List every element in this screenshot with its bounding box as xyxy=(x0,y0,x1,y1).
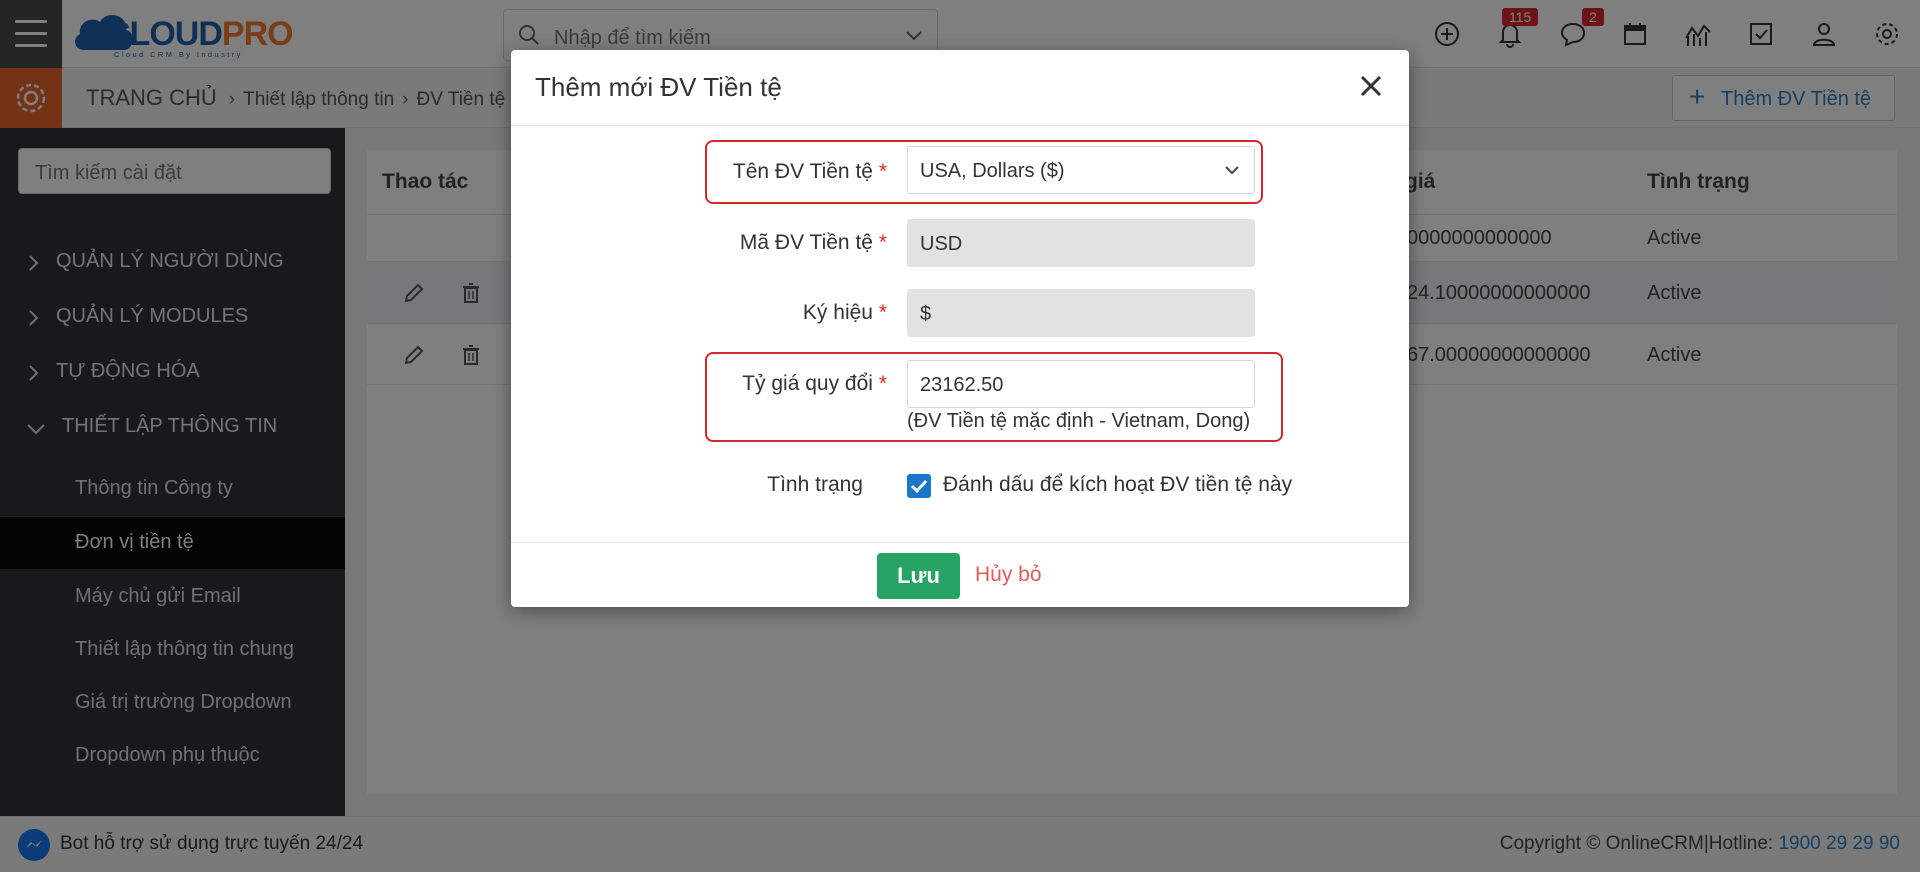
symbol-label: Ký hiệu * xyxy=(802,301,887,324)
currency-code-field[interactable]: USD xyxy=(907,219,1255,267)
add-currency-modal: Thêm mới ĐV Tiền tệ Tên ĐV Tiền tệ * USA… xyxy=(511,50,1409,607)
currency-name-select[interactable]: USA, Dollars ($) xyxy=(907,146,1255,194)
checkmark-icon xyxy=(910,479,928,494)
conversion-rate-hint: (ĐV Tiền tệ mặc định - Vietnam, Dong) xyxy=(907,410,1251,432)
cancel-link[interactable]: Hủy bỏ xyxy=(975,563,1042,587)
currency-name-label: Tên ĐV Tiền tệ * xyxy=(732,160,887,183)
modal-header: Thêm mới ĐV Tiền tệ xyxy=(511,50,1409,126)
conversion-rate-input[interactable]: 23162.50 xyxy=(907,360,1255,408)
conversion-rate-label: Tỷ giá quy đổi * xyxy=(742,372,887,395)
activate-checkbox[interactable] xyxy=(907,474,931,498)
symbol-field[interactable]: $ xyxy=(907,289,1255,337)
currency-code-label: Mã ĐV Tiền tệ * xyxy=(739,231,887,254)
close-icon[interactable] xyxy=(1353,68,1389,104)
chevron-down-icon xyxy=(1225,166,1239,175)
modal-title: Thêm mới ĐV Tiền tệ xyxy=(535,72,782,102)
save-button[interactable]: Lưu xyxy=(877,553,960,599)
status-label: Tình trạng xyxy=(767,473,863,496)
activate-checkbox-label[interactable]: Đánh dấu để kích hoạt ĐV tiền tệ này xyxy=(943,473,1292,497)
modal-footer: Lưu Hủy bỏ xyxy=(511,542,1409,607)
